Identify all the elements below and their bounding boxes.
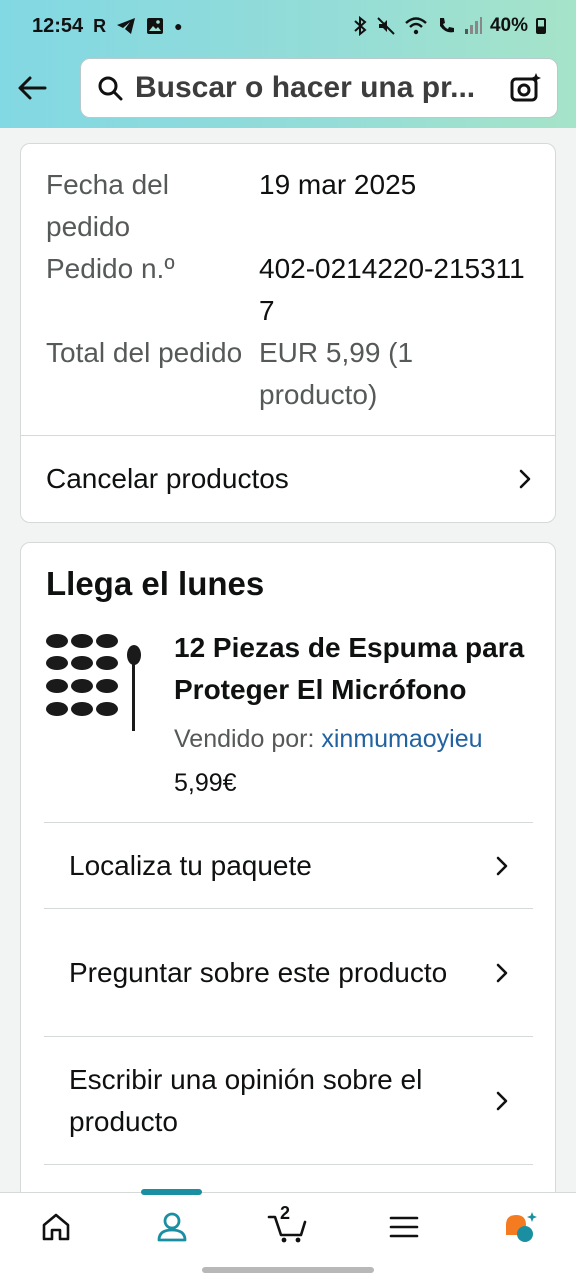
cancel-items-label: Cancelar productos [46,463,289,494]
signal-icon [464,17,482,34]
product-price: 5,99€ [174,769,237,797]
battery-percent: 40% [489,15,528,36]
status-bar-left: 12:54 R ● [32,15,183,38]
write-review-label: Escribir una opinión sobre el producto [69,1063,423,1137]
rufus-icon [506,1212,537,1242]
order-total-label: Total del pedido [46,337,243,368]
cart-count-badge: 2 [280,1203,291,1223]
bluetooth-icon [354,16,367,36]
order-total-value: EUR 5,99 (1 producto) [259,337,414,410]
back-arrow-icon [18,76,47,100]
product-image[interactable] [43,633,153,733]
search-bar[interactable] [80,58,558,118]
product-title-link[interactable]: 12 Piezas de Espuma para Proteger El Mic… [174,627,534,711]
order-date-value: 19 mar 2025 [259,169,417,200]
nav-account[interactable] [142,1207,202,1247]
status-bar-right: 40% [352,15,546,37]
notification-r-icon: R [93,15,107,36]
telegram-icon [117,18,136,34]
shipment-card: Llega el lunes 12 Piezas de Espuma para … [20,542,556,1242]
wifi-icon [405,17,427,35]
clock: 12:54 [32,14,84,37]
home-icon [42,1213,70,1241]
mute-icon [377,17,395,35]
back-button[interactable] [2,58,62,118]
order-summary-card: Fecha del pedido 19 mar 2025 Pedido n.º … [20,143,556,523]
bottom-nav: 2 [0,1189,576,1280]
nav-menu[interactable] [374,1207,434,1247]
order-number-row: Pedido n.º 402-0214220-2153117 [46,248,536,332]
search-input[interactable] [135,71,509,105]
search-icon [98,76,123,101]
write-review-button[interactable]: Escribir una opinión sobre el producto [44,1036,533,1164]
dot-icon: ● [174,18,183,34]
order-date-label: Fecha del pedido [46,169,169,242]
arrival-title: Llega el lunes [46,565,265,602]
order-date-row: Fecha del pedido 19 mar 2025 [46,164,536,248]
account-icon [157,1212,187,1242]
chevron-right-icon [491,1090,513,1112]
nav-home[interactable] [26,1207,86,1247]
search-row [0,56,576,120]
gallery-icon [147,18,164,34]
order-number-value: 402-0214220-2153117 [259,253,525,326]
order-info-table: Fecha del pedido 19 mar 2025 Pedido n.º … [46,164,536,416]
camera-search-button[interactable] [509,71,543,105]
seller-prefix: Vendido por: [174,725,315,753]
nav-cart[interactable]: 2 [258,1203,318,1247]
order-number-label: Pedido n.º [46,253,175,284]
track-package-label: Localiza tu paquete [69,849,312,881]
app-header: 12:54 R ● 40% [0,0,576,128]
order-total-row: Total del pedido EUR 5,99 (1 producto) [46,332,536,416]
camera-sparkle-icon [510,73,541,102]
menu-icon [389,1216,419,1238]
active-tab-indicator [141,1189,202,1195]
microphone-foam-image [46,634,141,731]
ask-product-question-label: Preguntar sobre este producto [69,956,448,988]
chevron-right-icon [514,468,536,490]
seller-line: Vendido por: xinmumaoyieu [174,725,483,754]
call-icon [439,18,454,33]
seller-link[interactable]: xinmumaoyieu [321,725,482,753]
ask-product-question-button[interactable]: Preguntar sobre este producto [44,908,533,1036]
chevron-right-icon [491,855,513,877]
cancel-items-button[interactable]: Cancelar productos [46,436,536,522]
status-bar: 12:54 R ● 40% [0,0,576,52]
track-package-button[interactable]: Localiza tu paquete [44,822,533,908]
shipment-actions: Localiza tu paquete Preguntar sobre este… [44,822,533,1204]
nav-rufus[interactable] [490,1207,550,1247]
chevron-right-icon [491,962,513,984]
battery-icon [536,18,546,34]
gesture-bar [202,1267,374,1273]
